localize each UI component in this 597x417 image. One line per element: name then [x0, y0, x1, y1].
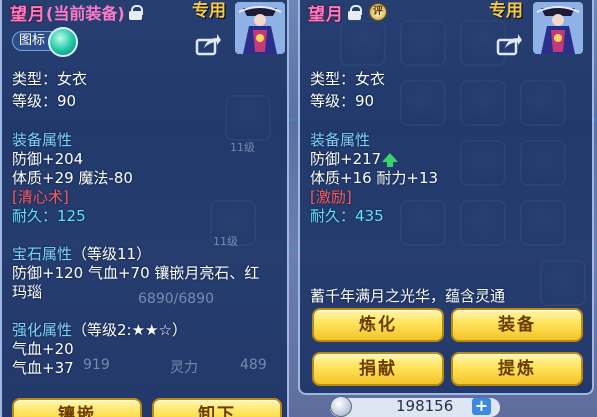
special-effect: [激励]: [310, 188, 352, 206]
current-equipment-panel: 望月 (当前装备) 专用 图标 类型：女衣 等级：90 装备属性 防御+204 …: [0, 0, 289, 417]
item-name: 望月: [10, 4, 46, 25]
enhance-attr-heading: 强化属性（等级2:★★☆）: [12, 319, 187, 340]
share-icon[interactable]: [496, 32, 522, 56]
stat-value-left: 919: [83, 357, 110, 373]
defense-stat: 防御+217: [310, 150, 382, 168]
durability: 耐久：125: [12, 207, 86, 225]
item-title: 望月 (当前装备): [10, 1, 143, 25]
unequip-button[interactable]: 卸下: [152, 398, 282, 417]
attribute-stats: 体质+16 耐力+13: [310, 169, 439, 187]
item-level: 等级：90: [12, 92, 77, 110]
enhance-line2: 气血+37: [12, 359, 74, 377]
level-tag-2: 11级: [213, 235, 238, 248]
equip-attr-title: 装备属性: [310, 131, 371, 149]
donate-button[interactable]: 捐献: [312, 352, 444, 386]
gem-level: （等级11）: [72, 245, 152, 263]
gem-stats-line2: 玛瑙: [12, 283, 43, 301]
level-tag-1: 11级: [230, 141, 255, 154]
gem-attr-title: 宝石属性: [12, 245, 73, 263]
enhance-attr-title: 强化属性: [12, 321, 73, 339]
extract-button[interactable]: 提炼: [451, 352, 583, 386]
enhance-line1: 气血+20: [12, 340, 74, 358]
exclusive-tag: 专用: [192, 1, 226, 21]
item-type: 类型：女衣: [310, 70, 386, 88]
defense-stat: 防御+204: [12, 150, 84, 168]
icon-toggle-label[interactable]: 图标: [12, 31, 52, 51]
lock-icon[interactable]: [348, 4, 362, 20]
equipped-status: (当前装备): [46, 4, 125, 23]
special-effect: [清心术]: [12, 188, 69, 206]
exclusive-tag: 专用: [489, 1, 523, 21]
portrait-icon: [533, 2, 583, 54]
refine-button[interactable]: 炼化: [312, 308, 444, 342]
stat-value: 489: [240, 357, 267, 373]
icon-toggle-switch[interactable]: [48, 27, 78, 57]
stat-name: 灵力: [170, 360, 198, 376]
gem-attr-heading: 宝石属性（等级11）: [12, 243, 151, 264]
portrait-icon: [235, 2, 285, 54]
gem-stats-line1: 防御+120 气血+70 镶嵌月亮石、红: [12, 264, 260, 282]
hp-bar-text: 6890/6890: [138, 291, 214, 307]
inlay-button[interactable]: 镶嵌: [12, 398, 142, 417]
compare-equipment-panel: 望月 评 专用 类型：女衣 等级：90 装备属性 防御+217 体质+16 耐力…: [298, 0, 594, 395]
item-name: 望月: [308, 4, 344, 25]
item-description: 蓄千年满月之光华，蕴含灵通: [310, 287, 506, 305]
defense-stat-row: 防御+217: [310, 148, 399, 169]
item-type: 类型：女衣: [12, 70, 88, 88]
equip-button[interactable]: 装备: [451, 308, 583, 342]
item-title: 望月 评: [308, 1, 387, 25]
durability: 耐久：435: [310, 207, 384, 225]
lock-icon[interactable]: [128, 4, 143, 20]
attribute-stats: 体质+29 魔法-80: [12, 169, 133, 187]
enhance-level: （等级2:★★☆）: [72, 321, 187, 339]
rating-badge-icon: 评: [369, 3, 387, 21]
share-icon[interactable]: [195, 32, 221, 56]
item-level: 等级：90: [310, 92, 375, 110]
equip-attr-title: 装备属性: [12, 131, 73, 149]
currency-value: 198156: [396, 397, 454, 415]
upgrade-arrow-icon: [382, 153, 399, 167]
coin-icon: [330, 396, 352, 417]
plus-icon[interactable]: +: [472, 398, 491, 415]
